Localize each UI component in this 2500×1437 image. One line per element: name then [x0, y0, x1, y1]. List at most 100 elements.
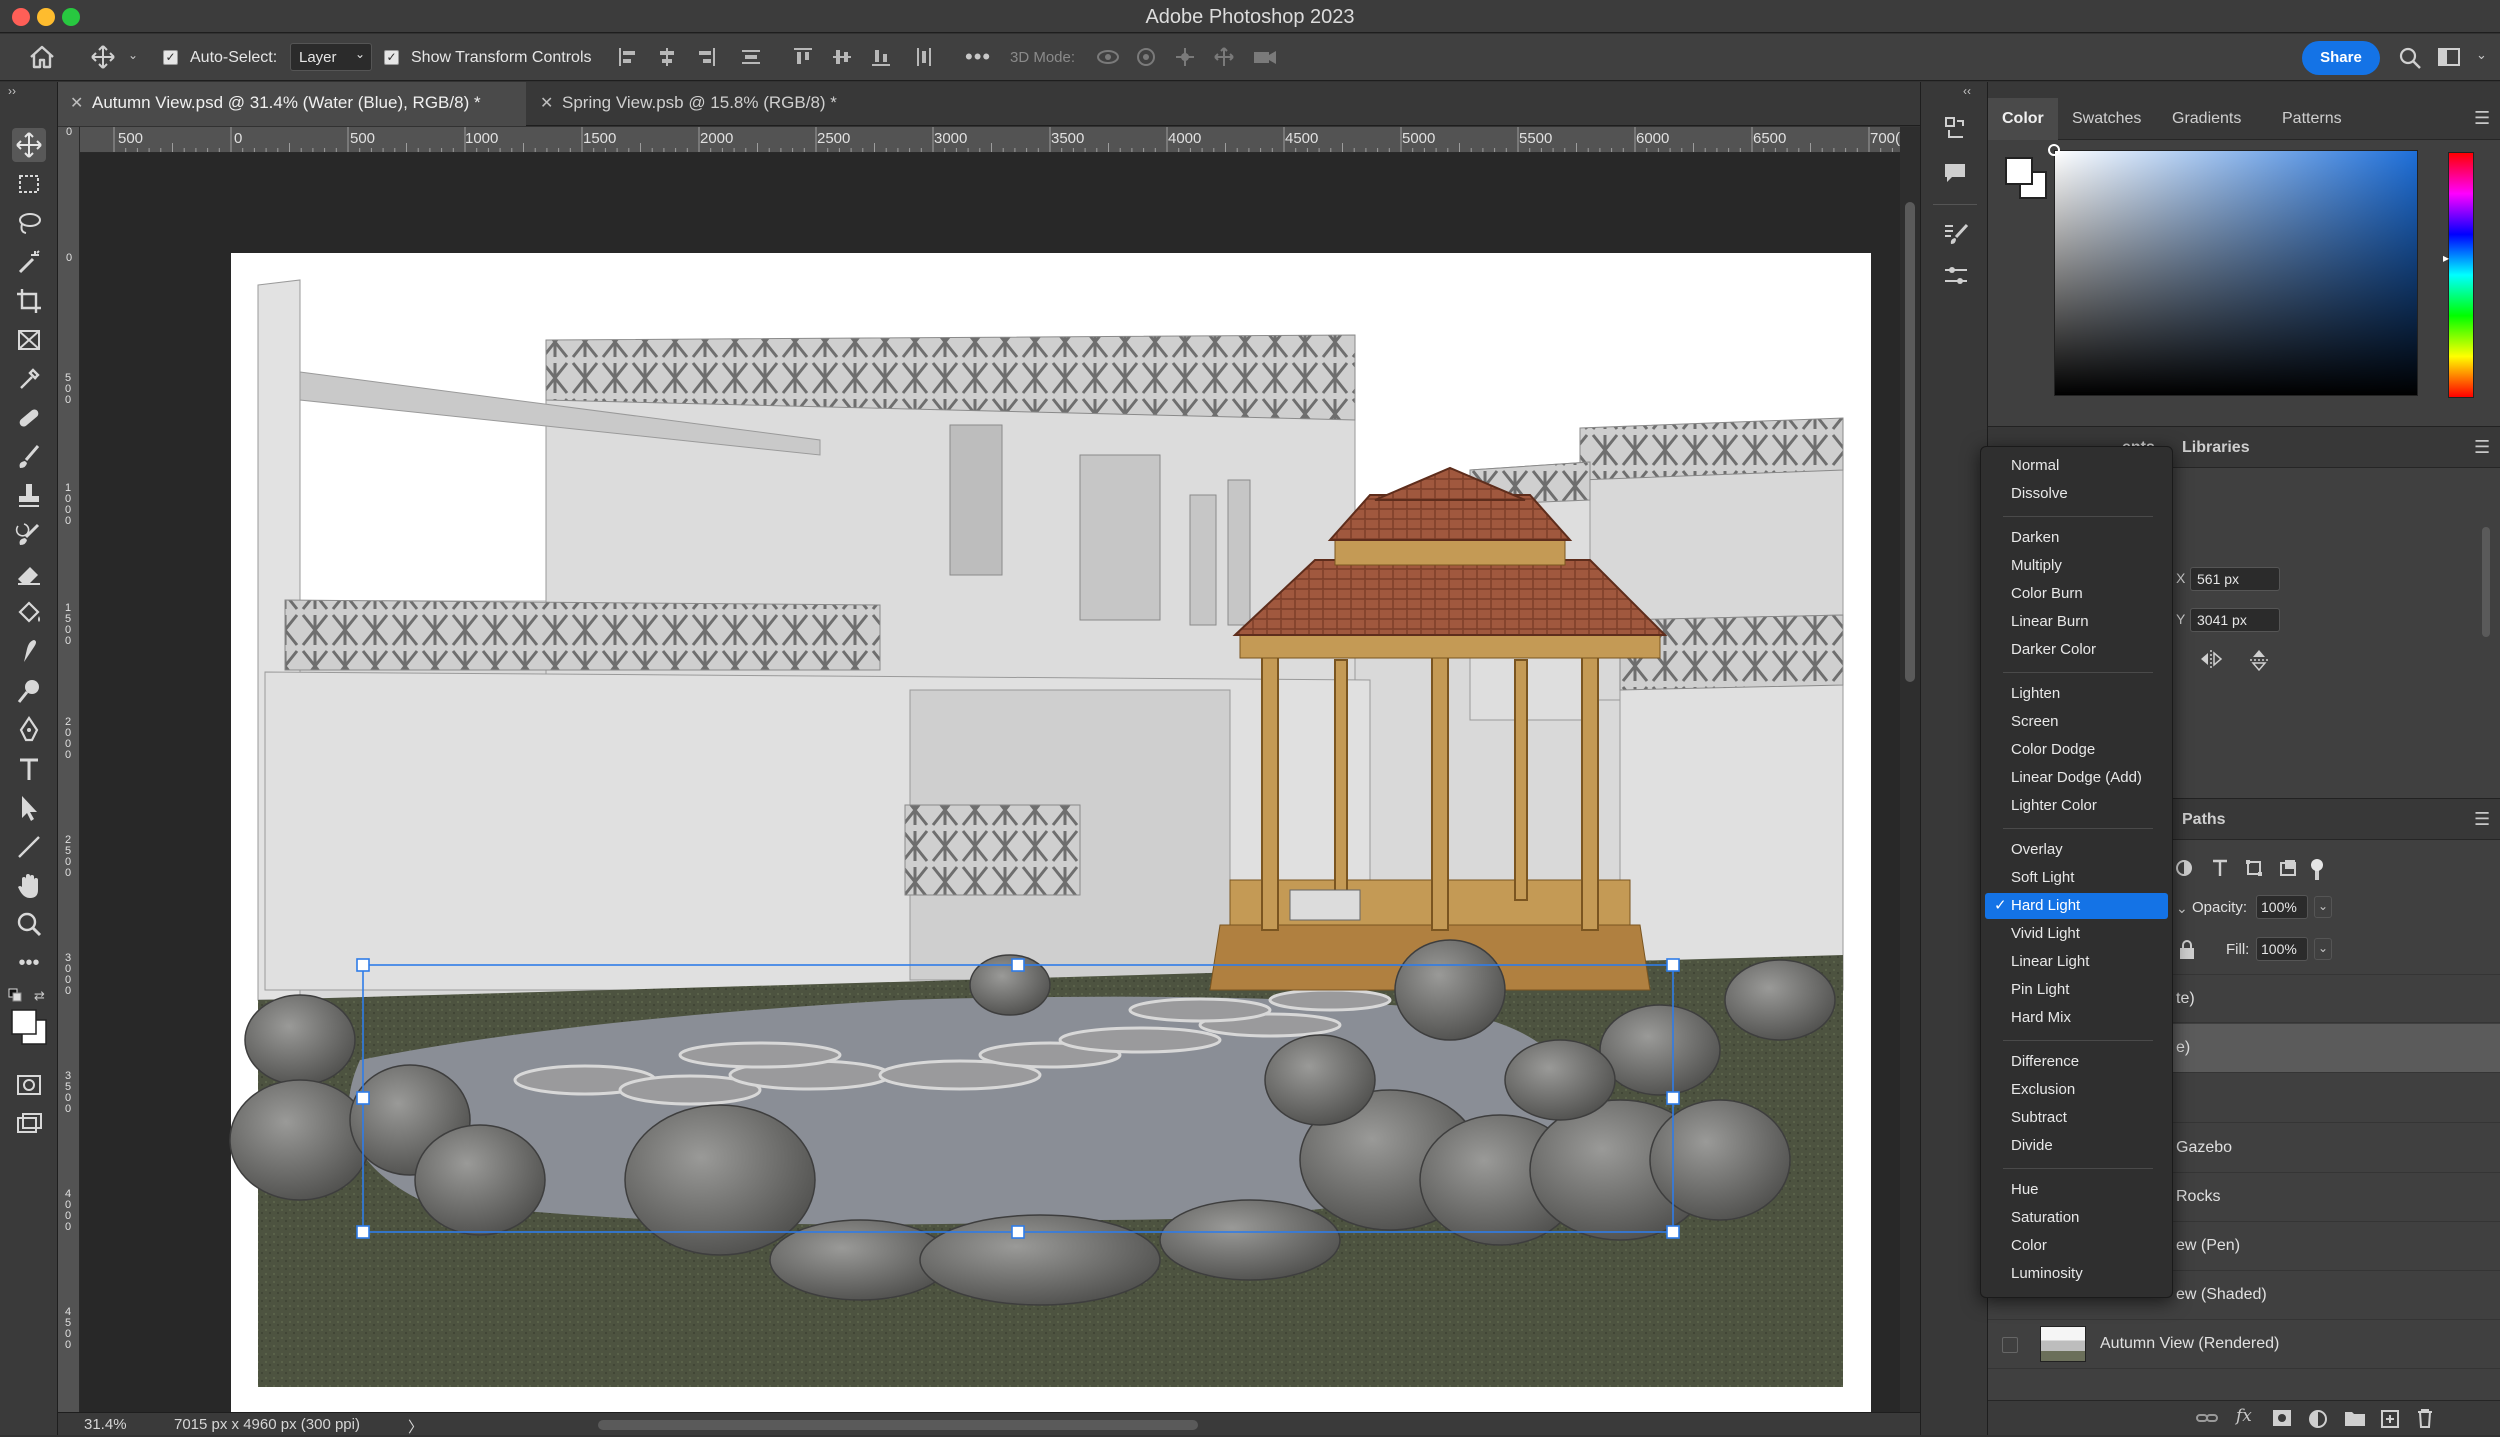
move-tool[interactable]	[12, 128, 46, 162]
chevron-down-icon[interactable]: ⌄	[128, 48, 138, 62]
quick-mask-icon[interactable]	[12, 1068, 46, 1102]
brush-settings-icon[interactable]	[1943, 222, 1969, 246]
tab-swatches[interactable]: Swatches	[2058, 98, 2155, 140]
menu-item-color-dodge[interactable]: Color Dodge	[1985, 737, 2168, 763]
menu-item-exclusion[interactable]: Exclusion	[1985, 1077, 2168, 1103]
align-middle-icon[interactable]	[831, 46, 853, 68]
menu-item-linear-burn[interactable]: Linear Burn	[1985, 609, 2168, 635]
menu-item-hard-mix[interactable]: Hard Mix	[1985, 1005, 2168, 1031]
home-icon[interactable]	[28, 44, 56, 70]
link-layers-icon[interactable]	[2196, 1409, 2218, 1427]
fill-dropdown[interactable]: ⌄	[2314, 938, 2332, 960]
menu-item-pin-light[interactable]: Pin Light	[1985, 977, 2168, 1003]
foreground-background-swatch[interactable]	[10, 1008, 50, 1048]
menu-item-linear-dodge[interactable]: Linear Dodge (Add)	[1985, 765, 2168, 791]
move-tool-icon[interactable]	[90, 44, 116, 70]
align-left-icon[interactable]	[617, 46, 639, 68]
scrollbar-thumb[interactable]	[1905, 202, 1915, 682]
fg-bg-color-swatch[interactable]	[2002, 154, 2050, 202]
trash-icon[interactable]	[2416, 1408, 2434, 1428]
menu-item-soft-light[interactable]: Soft Light	[1985, 865, 2168, 891]
show-transform-checkbox[interactable]: ✓	[384, 50, 399, 65]
history-brush-tool[interactable]	[12, 518, 46, 552]
horizontal-scrollbar-thumb[interactable]	[598, 1420, 1198, 1430]
eyedropper-tool[interactable]	[12, 362, 46, 396]
menu-item-vivid-light[interactable]: Vivid Light	[1985, 921, 2168, 947]
align-top-icon[interactable]	[792, 46, 814, 68]
frame-tool[interactable]	[12, 323, 46, 357]
menu-item-overlay[interactable]: Overlay	[1985, 837, 2168, 863]
comments-panel-icon[interactable]	[1943, 162, 1967, 184]
close-tab-icon[interactable]: ✕	[70, 93, 83, 113]
tab-gradients[interactable]: Gradients	[2158, 98, 2255, 140]
panel-menu-icon[interactable]: ☰	[2474, 108, 2492, 129]
tab-autumn-view[interactable]: ✕ Autumn View.psd @ 31.4% (Water (Blue),…	[58, 82, 526, 126]
auto-select-target-dropdown[interactable]: Layer ⌄	[290, 43, 372, 71]
history-panel-icon[interactable]	[1943, 116, 1967, 140]
canvas-area[interactable]	[80, 153, 1900, 1412]
flip-horizontal-icon[interactable]	[2198, 648, 2224, 670]
properties-scrollbar-thumb[interactable]	[2482, 527, 2490, 637]
horizontal-ruler[interactable]: 500 0 500 1000 1500 2000 2500 3000 3500 …	[80, 127, 1900, 153]
visibility-toggle[interactable]	[2002, 1337, 2018, 1353]
filter-shape-icon[interactable]	[2244, 858, 2264, 878]
workspace-icon[interactable]	[2438, 47, 2460, 67]
menu-item-hue[interactable]: Hue	[1985, 1177, 2168, 1203]
swap-colors-icon[interactable]: ⇄	[34, 988, 45, 1004]
marquee-tool[interactable]	[12, 167, 46, 201]
lock-icon[interactable]	[2178, 940, 2196, 960]
expand-toolbar-icon[interactable]: ››	[8, 84, 16, 98]
paint-bucket-tool[interactable]	[12, 596, 46, 630]
zoom-tool[interactable]	[12, 908, 46, 942]
tab-paths[interactable]: Paths	[2168, 799, 2240, 841]
add-mask-icon[interactable]	[2272, 1409, 2292, 1427]
menu-item-darker-color[interactable]: Darker Color	[1985, 637, 2168, 663]
adjustment-layer-icon[interactable]	[2308, 1409, 2328, 1429]
adjustments-icon[interactable]	[1943, 264, 1969, 288]
fx-icon[interactable]: fx	[2236, 1406, 2252, 1426]
menu-item-lighter-color[interactable]: Lighter Color	[1985, 793, 2168, 819]
zoom-level[interactable]: 31.4%	[84, 1416, 127, 1433]
filter-toggle-icon[interactable]	[2310, 858, 2324, 882]
menu-item-divide[interactable]: Divide	[1985, 1133, 2168, 1159]
screen-mode-icon[interactable]	[12, 1108, 46, 1142]
distribute-vertical-icon[interactable]	[913, 46, 935, 68]
color-picker-handle[interactable]	[2048, 144, 2060, 156]
more-tools-icon[interactable]: •••	[12, 952, 46, 986]
panel-menu-icon[interactable]: ☰	[2474, 437, 2492, 458]
menu-item-subtract[interactable]: Subtract	[1985, 1105, 2168, 1131]
filter-type-icon[interactable]	[2210, 858, 2230, 878]
menu-item-lighten[interactable]: Lighten	[1985, 681, 2168, 707]
type-tool[interactable]	[12, 752, 46, 786]
hand-tool[interactable]	[12, 869, 46, 903]
chevron-down-icon[interactable]: ⌄	[2476, 47, 2487, 63]
close-tab-icon[interactable]: ✕	[540, 93, 553, 113]
filter-smart-object-icon[interactable]	[2278, 858, 2298, 878]
menu-item-luminosity[interactable]: Luminosity	[1985, 1261, 2168, 1287]
default-colors-icon[interactable]	[8, 988, 22, 1002]
clone-stamp-tool[interactable]	[12, 479, 46, 513]
menu-item-screen[interactable]: Screen	[1985, 709, 2168, 735]
magic-wand-tool[interactable]	[12, 245, 46, 279]
dodge-tool[interactable]	[12, 674, 46, 708]
lasso-tool[interactable]	[12, 206, 46, 240]
menu-item-darken[interactable]: Darken	[1985, 525, 2168, 551]
path-selection-tool[interactable]	[12, 791, 46, 825]
auto-select-checkbox[interactable]: ✓	[163, 50, 178, 65]
menu-item-saturation[interactable]: Saturation	[1985, 1205, 2168, 1231]
menu-item-color[interactable]: Color	[1985, 1233, 2168, 1259]
menu-item-difference[interactable]: Difference	[1985, 1049, 2168, 1075]
fill-field[interactable]: 100%	[2256, 937, 2308, 961]
blend-dropdown-arrow[interactable]: ⌄	[2176, 900, 2188, 917]
layer-row[interactable]: Autumn View (Rendered)	[1988, 1320, 2500, 1369]
menu-item-multiply[interactable]: Multiply	[1985, 553, 2168, 579]
filter-adjustment-icon[interactable]	[2174, 858, 2194, 878]
new-layer-icon[interactable]	[2380, 1409, 2400, 1429]
align-center-icon[interactable]	[656, 46, 678, 68]
tab-color[interactable]: Color	[1988, 98, 2058, 140]
tab-libraries[interactable]: Libraries	[2168, 427, 2264, 469]
opacity-dropdown[interactable]: ⌄	[2314, 896, 2332, 918]
document-canvas[interactable]	[80, 153, 1900, 1412]
status-menu-arrow[interactable]: 〉	[408, 1416, 423, 1437]
search-icon[interactable]	[2398, 46, 2422, 70]
